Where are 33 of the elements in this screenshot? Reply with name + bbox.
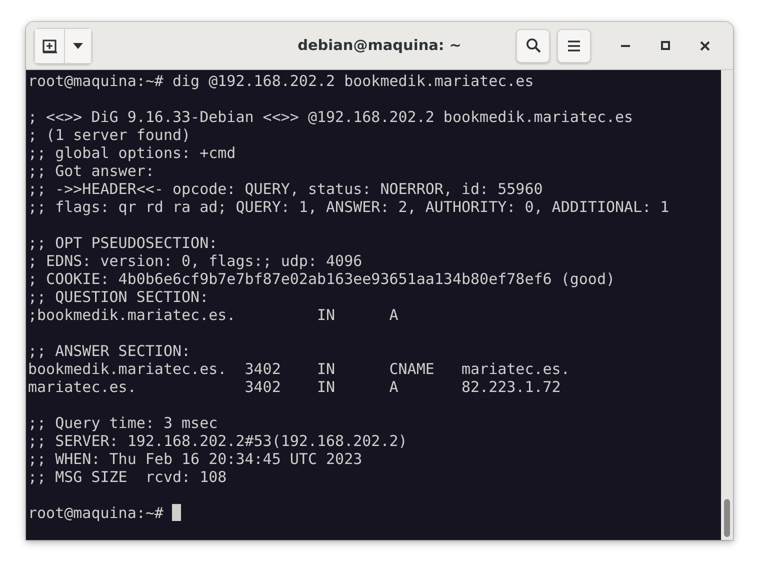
terminal-line: ; (1 server found)	[28, 126, 191, 144]
terminal-line: ;; Query time: 3 msec	[28, 414, 218, 432]
dropdown-button[interactable]	[65, 28, 91, 62]
new-tab-icon	[42, 38, 58, 54]
terminal-line: mariatec.es. 3402 IN A 82.223.1.72	[28, 378, 561, 396]
terminal-line: ;; global options: +cmd	[28, 144, 236, 162]
caret-icon	[73, 42, 83, 48]
terminal-line: ;; ANSWER SECTION:	[28, 342, 191, 360]
scrollbar-thumb[interactable]	[724, 499, 730, 537]
terminal-line: ;; Got answer:	[28, 162, 154, 180]
terminal-line: ;; ->>HEADER<<- opcode: QUERY, status: NOERROR, id: 55960	[28, 180, 543, 198]
window-title: debian@maquina: ~	[298, 38, 462, 54]
terminal-line: ;; OPT PSEUDOSECTION:	[28, 234, 218, 252]
maximize-icon	[660, 41, 670, 50]
close-icon	[700, 40, 710, 50]
search-icon	[526, 38, 540, 53]
search-button[interactable]	[516, 28, 550, 62]
new-tab-button[interactable]	[35, 28, 65, 62]
terminal-line: bookmedik.mariatec.es. 3402 IN CNAME mariatec.es.	[28, 360, 570, 378]
terminal-line: ; COOKIE: 4b0b6e6cf9b7e7bf87e02ab163ee93651aa134b80ef78ef6 (good)	[28, 270, 615, 288]
terminal-line: ;; SERVER: 192.168.202.2#53(192.168.202.2)	[28, 432, 408, 450]
minimize-icon	[620, 44, 630, 46]
terminal-line: ;; QUESTION SECTION:	[28, 288, 209, 306]
terminal-line: ; EDNS: version: 0, flags:; udp: 4096	[28, 252, 362, 270]
menu-button[interactable]	[557, 28, 591, 62]
terminal-line: ;; WHEN: Thu Feb 16 20:34:45 UTC 2023	[28, 450, 362, 468]
terminal-line: ;bookmedik.mariatec.es. IN A	[28, 306, 398, 324]
prompt: root@maquina:~#	[28, 504, 164, 522]
terminal-line: ;; flags: qr rd ra ad; QUERY: 1, ANSWER: 2, AUTHORITY: 0, ADDITIONAL: 1	[28, 198, 670, 216]
terminal-line: ; <<>> DiG 9.16.33-Debian <<>> @192.168.202.2 bookmedik.mariatec.es	[28, 108, 634, 126]
terminal-line: root@maquina:~# dig @192.168.202.2 bookmedik.mariatec.es	[28, 72, 534, 90]
menu-icon	[567, 40, 581, 52]
terminal-line: ;; MSG SIZE rcvd: 108	[28, 468, 227, 486]
